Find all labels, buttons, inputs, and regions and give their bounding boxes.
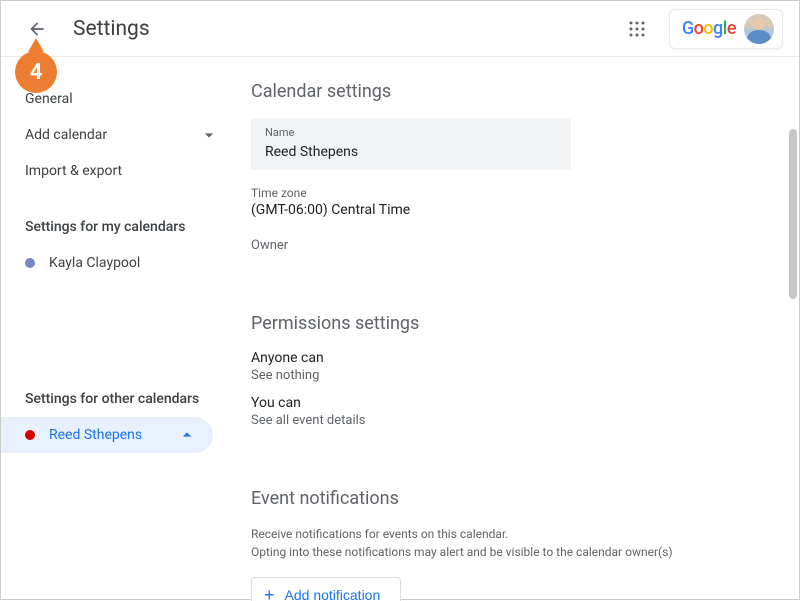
name-field-label: Name [265,126,557,139]
header: Settings Google [1,1,799,57]
perm-you-can: You can [251,395,759,411]
name-field[interactable]: Name Reed Sthepens [251,118,571,170]
add-notification-button[interactable]: + Add notification [251,577,401,601]
name-field-value: Reed Sthepens [265,144,358,160]
section-title-permissions: Permissions settings [251,313,759,334]
owner-label: Owner [251,238,759,253]
sidebar-item-reed[interactable]: Reed Sthepens [1,417,213,453]
sidebar-heading-my-calendars: Settings for my calendars [1,219,235,235]
content-area: Calendar settings Name Reed Sthepens Tim… [235,57,799,601]
timezone-value: (GMT-06:00) Central Time [251,202,759,218]
sidebar-item-add-calendar[interactable]: Add calendar [1,117,235,153]
notifications-description: Receive notifications for events on this… [251,525,759,561]
chevron-down-icon [199,125,219,145]
apps-grid-button[interactable] [617,9,657,49]
perm-see-nothing: See nothing [251,368,759,383]
scrollbar-thumb[interactable] [789,129,797,299]
plus-icon: + [264,586,275,601]
chevron-up-icon [177,425,197,445]
timezone-label: Time zone [251,186,759,200]
apps-grid-icon [628,20,646,38]
sidebar-item-general[interactable]: General [1,81,235,117]
calendar-color-dot [25,258,35,268]
section-title-event-notifications: Event notifications [251,488,759,509]
google-logo: Google [682,18,736,39]
perm-see-all: See all event details [251,413,759,428]
sidebar-item-kayla[interactable]: Kayla Claypool [1,245,235,281]
sidebar: General Add calendar Import & export Set… [1,57,235,601]
perm-anyone-can: Anyone can [251,350,759,366]
avatar[interactable] [744,14,774,44]
section-title-calendar-settings: Calendar settings [251,81,759,102]
page-title: Settings [73,17,150,41]
back-button[interactable] [17,9,57,49]
sidebar-item-import-export[interactable]: Import & export [1,153,235,189]
calendar-color-dot [25,430,35,440]
account-brand-box[interactable]: Google [669,9,783,49]
arrow-left-icon [27,19,47,39]
sidebar-heading-other-calendars: Settings for other calendars [1,391,235,407]
